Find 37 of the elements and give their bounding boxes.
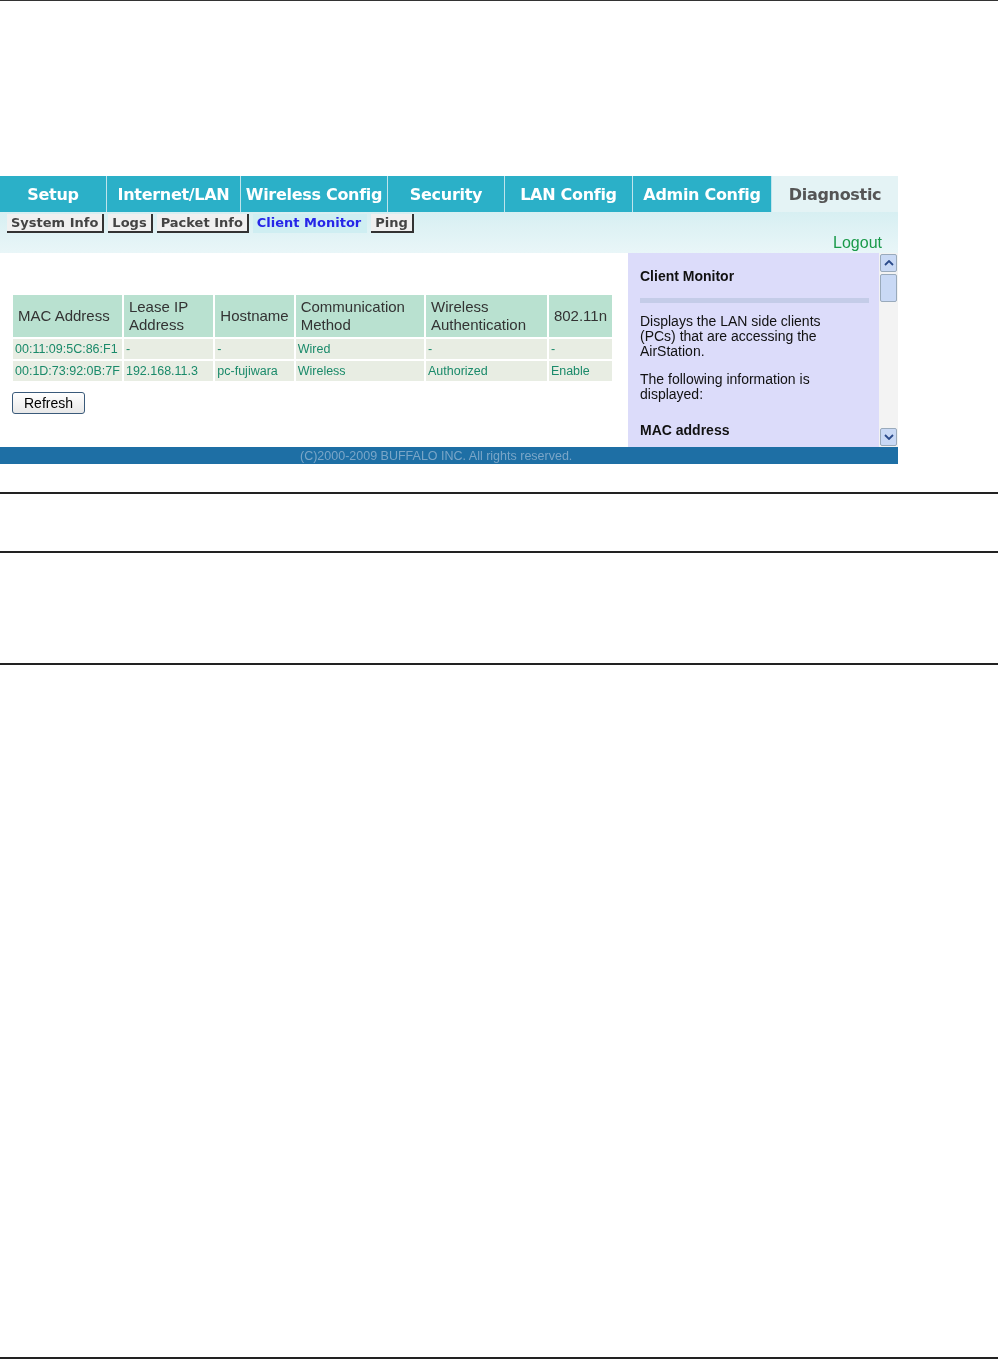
table-cell: pc-fujiwara <box>215 361 294 381</box>
column-header: Wireless Authentication <box>426 295 547 337</box>
scroll-up-button[interactable] <box>880 254 897 272</box>
table-cell: Authorized <box>426 361 547 381</box>
column-header: Lease IP Address <box>123 295 214 337</box>
sub-tab[interactable]: System Info <box>7 214 105 233</box>
table-cell: - <box>548 339 612 359</box>
table-cell: Wireless <box>295 361 424 381</box>
caret-down-icon <box>883 434 894 440</box>
table-cell: Enable <box>548 361 612 381</box>
table-cell: 00:1D:73:92:0B:7F <box>13 361 122 381</box>
sub-tab[interactable]: Ping <box>371 214 414 233</box>
caret-up-icon <box>883 260 894 266</box>
sub-tab[interactable]: Logs <box>108 214 153 233</box>
help-title: Client Monitor <box>640 268 736 284</box>
column-header: 802.11n <box>548 295 612 337</box>
table-cell: Wired <box>295 339 424 359</box>
table-cell: 00:11:09:5C:86:F1 <box>13 339 122 359</box>
help-text: The following information is displayed: <box>640 372 811 402</box>
copyright-text: (C)2000-2009 BUFFALO INC. All rights reserved. <box>300 448 573 463</box>
column-header: MAC Address <box>13 295 122 337</box>
nav-tab[interactable]: Diagnostic <box>772 176 898 212</box>
table-cell: - <box>215 339 294 359</box>
table-cell: - <box>426 339 547 359</box>
scroll-thumb[interactable] <box>880 274 897 302</box>
help-text: Displays the LAN side clients (PCs) that are accessing the AirStation. <box>640 314 822 359</box>
scrollbar[interactable] <box>879 253 898 447</box>
column-header: Communication Method <box>295 295 424 337</box>
table-cell: - <box>123 339 214 359</box>
scroll-down-button[interactable] <box>880 428 897 446</box>
refresh-button[interactable]: Refresh <box>12 392 86 414</box>
help-heading: MAC address <box>640 422 731 438</box>
sub-tab[interactable]: Client Monitor <box>252 214 368 233</box>
table-cell: 192.168.11.3 <box>123 361 214 381</box>
logout-link[interactable]: Logout <box>833 234 882 252</box>
column-header: Hostname <box>215 295 294 337</box>
sub-tab[interactable]: Packet Info <box>156 214 249 233</box>
